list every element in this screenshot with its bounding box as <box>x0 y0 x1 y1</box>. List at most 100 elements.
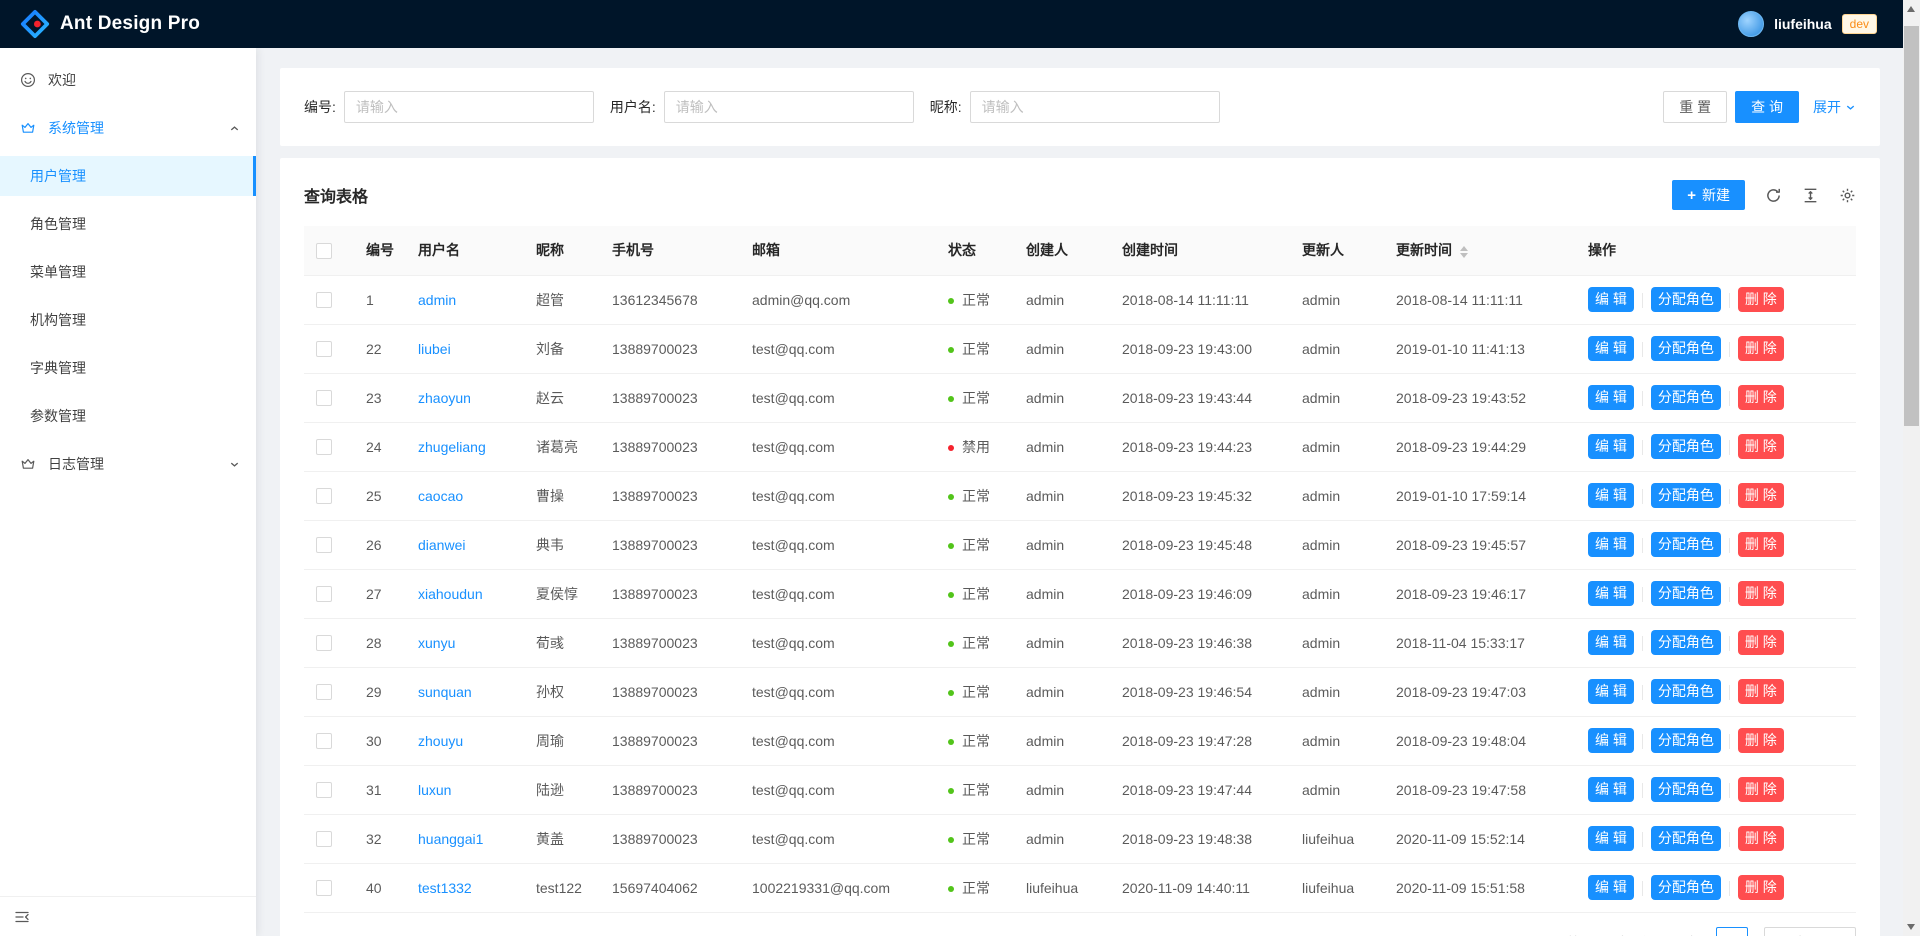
username-link[interactable]: caocao <box>418 488 463 504</box>
delete-button[interactable]: 删 除 <box>1738 581 1784 606</box>
reset-button[interactable]: 重 置 <box>1663 91 1727 123</box>
delete-button[interactable]: 删 除 <box>1738 679 1784 704</box>
sidebar-subitem[interactable]: 字典管理 <box>0 348 256 388</box>
edit-button[interactable]: 编 辑 <box>1588 287 1634 312</box>
row-checkbox[interactable] <box>316 537 332 553</box>
username-link[interactable]: zhaoyun <box>418 390 471 406</box>
sidebar-group-log[interactable]: 日志管理 <box>0 444 256 484</box>
username-link[interactable]: luxun <box>418 782 451 798</box>
row-checkbox[interactable] <box>316 439 332 455</box>
username-link[interactable]: liubei <box>418 341 451 357</box>
row-checkbox[interactable] <box>316 586 332 602</box>
menu-collapse-trigger[interactable] <box>0 896 256 936</box>
row-checkbox[interactable] <box>316 831 332 847</box>
delete-button[interactable]: 删 除 <box>1738 385 1784 410</box>
delete-button[interactable]: 删 除 <box>1738 336 1784 361</box>
sidebar-item-welcome[interactable]: 欢迎 <box>0 60 256 100</box>
assign-role-button[interactable]: 分配角色 <box>1651 483 1721 508</box>
assign-role-button[interactable]: 分配角色 <box>1651 826 1721 851</box>
page-scrollbar[interactable] <box>1903 0 1920 936</box>
select-all-checkbox[interactable] <box>316 243 332 259</box>
delete-button[interactable]: 删 除 <box>1738 434 1784 459</box>
username-link[interactable]: huanggai1 <box>418 831 483 847</box>
scrollbar-up-arrow[interactable] <box>1907 6 1915 12</box>
assign-role-button[interactable]: 分配角色 <box>1651 287 1721 312</box>
edit-button[interactable]: 编 辑 <box>1588 532 1634 557</box>
scrollbar-thumb[interactable] <box>1904 26 1919 426</box>
delete-button[interactable]: 删 除 <box>1738 532 1784 557</box>
assign-role-button[interactable]: 分配角色 <box>1651 679 1721 704</box>
username[interactable]: liufeihua <box>1774 16 1832 32</box>
delete-button[interactable]: 删 除 <box>1738 875 1784 900</box>
username-link[interactable]: admin <box>418 292 456 308</box>
edit-button[interactable]: 编 辑 <box>1588 581 1634 606</box>
sidebar-subitem[interactable]: 菜单管理 <box>0 252 256 292</box>
edit-button[interactable]: 编 辑 <box>1588 385 1634 410</box>
row-checkbox[interactable] <box>316 390 332 406</box>
assign-role-button[interactable]: 分配角色 <box>1651 630 1721 655</box>
new-button[interactable]: + 新建 <box>1672 180 1745 210</box>
delete-button[interactable]: 删 除 <box>1738 728 1784 753</box>
sidebar-group-system[interactable]: 系统管理 <box>0 108 256 148</box>
settings-gear-icon[interactable] <box>1839 187 1856 204</box>
edit-button[interactable]: 编 辑 <box>1588 630 1634 655</box>
delete-button[interactable]: 删 除 <box>1738 826 1784 851</box>
delete-button[interactable]: 删 除 <box>1738 777 1784 802</box>
row-checkbox[interactable] <box>316 733 332 749</box>
page-1-button[interactable]: 1 <box>1716 927 1748 936</box>
assign-role-button[interactable]: 分配角色 <box>1651 532 1721 557</box>
edit-button[interactable]: 编 辑 <box>1588 434 1634 459</box>
expand-link[interactable]: 展开 <box>1813 97 1856 117</box>
assign-role-button[interactable]: 分配角色 <box>1651 434 1721 459</box>
edit-button[interactable]: 编 辑 <box>1588 826 1634 851</box>
username-link[interactable]: test1332 <box>418 880 472 896</box>
username-link[interactable]: sunquan <box>418 684 472 700</box>
assign-role-button[interactable]: 分配角色 <box>1651 875 1721 900</box>
username-link[interactable]: dianwei <box>418 537 465 553</box>
edit-button[interactable]: 编 辑 <box>1588 336 1634 361</box>
edit-button[interactable]: 编 辑 <box>1588 483 1634 508</box>
nickname-input[interactable] <box>970 91 1220 123</box>
username-link[interactable]: xiahoudun <box>418 586 483 602</box>
sidebar-subitem[interactable]: 参数管理 <box>0 396 256 436</box>
cell-phone: 13889700023 <box>600 471 740 520</box>
username-link[interactable]: xunyu <box>418 635 455 651</box>
row-checkbox[interactable] <box>316 292 332 308</box>
sidebar-subitem[interactable]: 机构管理 <box>0 300 256 340</box>
assign-role-button[interactable]: 分配角色 <box>1651 777 1721 802</box>
scrollbar-down-arrow[interactable] <box>1907 924 1915 930</box>
sidebar-subitem[interactable]: 用户管理 <box>0 156 256 196</box>
username-link[interactable]: zhugeliang <box>418 439 486 455</box>
sidebar-subitem[interactable]: 角色管理 <box>0 204 256 244</box>
row-checkbox[interactable] <box>316 341 332 357</box>
assign-role-button[interactable]: 分配角色 <box>1651 728 1721 753</box>
row-checkbox[interactable] <box>316 635 332 651</box>
delete-button[interactable]: 删 除 <box>1738 483 1784 508</box>
delete-button[interactable]: 删 除 <box>1738 630 1784 655</box>
query-button[interactable]: 查 询 <box>1735 91 1799 123</box>
delete-button[interactable]: 删 除 <box>1738 287 1784 312</box>
id-input[interactable] <box>344 91 594 123</box>
brand[interactable]: Ant Design Pro <box>20 9 200 39</box>
row-checkbox[interactable] <box>316 880 332 896</box>
assign-role-button[interactable]: 分配角色 <box>1651 385 1721 410</box>
cell-email: test@qq.com <box>740 324 936 373</box>
edit-button[interactable]: 编 辑 <box>1588 875 1634 900</box>
user-avatar[interactable] <box>1738 11 1764 37</box>
username-input[interactable] <box>664 91 914 123</box>
assign-role-button[interactable]: 分配角色 <box>1651 581 1721 606</box>
edit-button[interactable]: 编 辑 <box>1588 728 1634 753</box>
edit-button[interactable]: 编 辑 <box>1588 679 1634 704</box>
col-updated[interactable]: 更新时间 <box>1384 226 1576 275</box>
row-checkbox[interactable] <box>316 684 332 700</box>
reload-icon[interactable] <box>1765 187 1782 204</box>
username-link[interactable]: zhouyu <box>418 733 463 749</box>
row-checkbox[interactable] <box>316 782 332 798</box>
page-size-select[interactable]: 10 条/页 <box>1764 927 1856 936</box>
assign-role-button[interactable]: 分配角色 <box>1651 336 1721 361</box>
density-icon[interactable] <box>1802 187 1819 204</box>
row-checkbox[interactable] <box>316 488 332 504</box>
cell-actions: 编 辑分配角色删 除 <box>1576 569 1856 618</box>
edit-button[interactable]: 编 辑 <box>1588 777 1634 802</box>
field-id-label: 编号: <box>304 97 336 117</box>
